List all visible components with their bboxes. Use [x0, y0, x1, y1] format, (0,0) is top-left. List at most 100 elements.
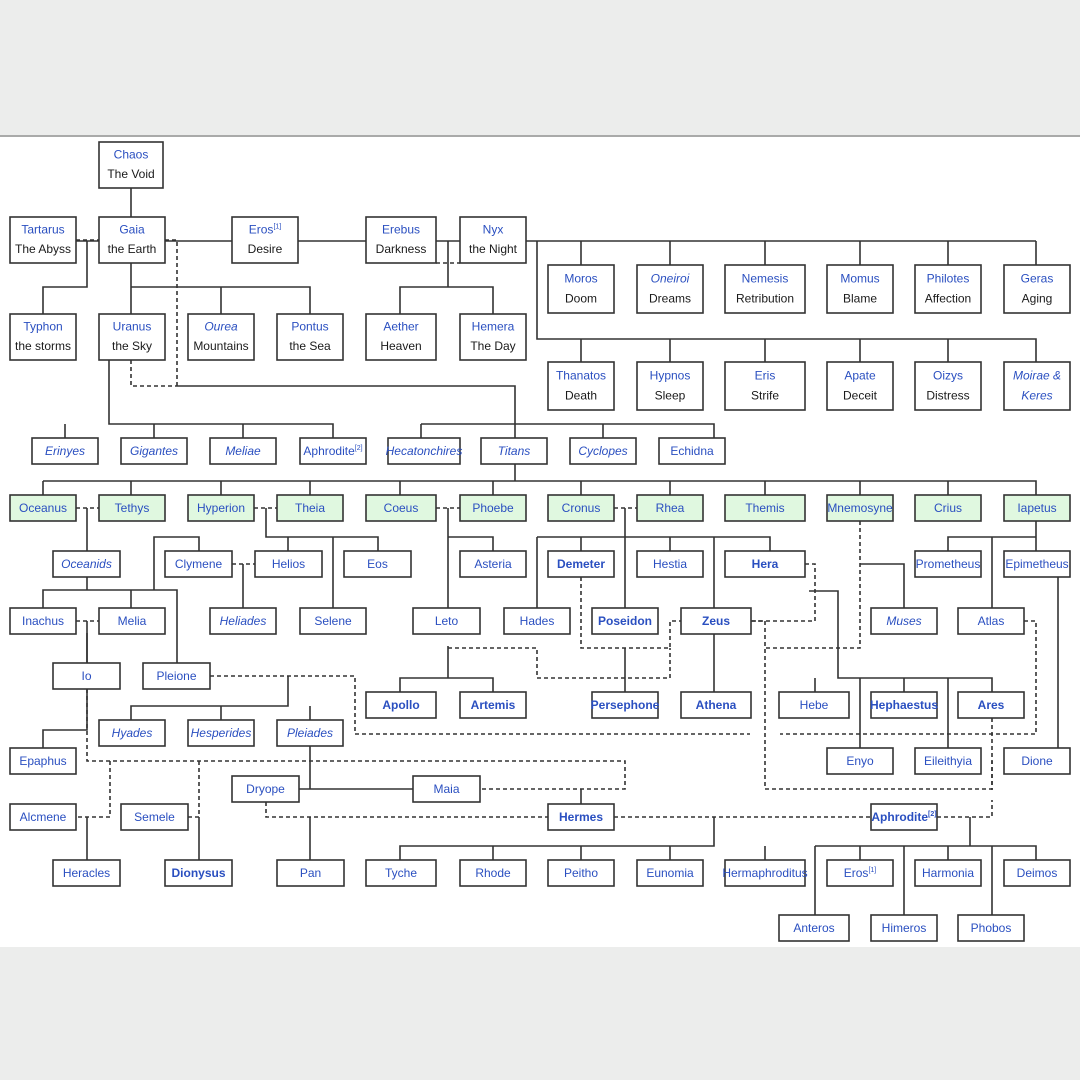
node-pan[interactable]: Pan	[276, 859, 345, 887]
node-melia[interactable]: Melia	[98, 607, 166, 635]
node-hades[interactable]: Hades	[503, 607, 571, 635]
node-name[interactable]: Pan	[300, 866, 321, 880]
node-name[interactable]: Io	[81, 669, 91, 683]
node-name[interactable]: Hermaphroditus	[722, 866, 807, 880]
node-eileithyia[interactable]: Eileithyia	[914, 747, 982, 775]
node-name[interactable]: Meliae	[225, 444, 261, 458]
node-iapetus[interactable]: Iapetus	[1003, 494, 1071, 522]
node-name[interactable]: Crius	[934, 501, 962, 515]
node-name[interactable]: Tartarus	[21, 223, 64, 237]
node-name[interactable]: Demeter	[557, 557, 605, 571]
node-tyche[interactable]: Tyche	[365, 859, 437, 887]
node-name[interactable]: Peitho	[564, 866, 598, 880]
node-name[interactable]: Melia	[118, 614, 147, 628]
node-hephaestus[interactable]: Hephaestus	[870, 691, 938, 719]
node-clymene[interactable]: Clymene	[164, 550, 233, 578]
node-athena[interactable]: Athena	[680, 691, 752, 719]
node-name[interactable]: Moirae &	[1013, 368, 1061, 382]
node-name[interactable]: Oceanus	[19, 501, 67, 515]
node-name[interactable]: Tethys	[115, 501, 150, 515]
node-phobos[interactable]: Phobos	[957, 914, 1025, 942]
node-rhode[interactable]: Rhode	[459, 859, 527, 887]
node-name[interactable]: Hades	[520, 614, 555, 628]
node-hera[interactable]: Hera	[724, 550, 806, 578]
node-name[interactable]: Hera	[752, 557, 779, 571]
node-oceanids[interactable]: Oceanids	[52, 550, 121, 578]
node-alcmene[interactable]: Alcmene	[9, 803, 77, 831]
node-zeus[interactable]: Zeus	[680, 607, 752, 635]
node-name[interactable]: Philotes	[927, 271, 970, 285]
node-cyclopes[interactable]: Cyclopes	[569, 437, 637, 465]
node-name[interactable]: Oneiroi	[651, 271, 690, 285]
node-oneiroi[interactable]: Oneiroi Dreams	[636, 264, 704, 314]
node-name[interactable]: Titans	[498, 444, 531, 458]
node-name[interactable]: Thanatos	[556, 368, 606, 382]
node-asteria[interactable]: Asteria	[459, 550, 527, 578]
node-eris[interactable]: Eris Strife	[724, 361, 806, 411]
node-peitho[interactable]: Peitho	[547, 859, 615, 887]
node-name[interactable]: Momus	[840, 271, 879, 285]
node-name[interactable]: Zeus	[702, 614, 730, 628]
node-name[interactable]: Poseidon	[598, 614, 652, 628]
node-name[interactable]: Helios	[272, 557, 305, 571]
node-name[interactable]: Rhea	[656, 501, 685, 515]
node-crius[interactable]: Crius	[914, 494, 982, 522]
node-eros2[interactable]: Eros[1]	[826, 859, 894, 887]
node-dryope[interactable]: Dryope	[231, 775, 300, 803]
node-name[interactable]: Erinyes	[45, 444, 85, 458]
node-name[interactable]: Uranus	[113, 320, 152, 334]
node-name[interactable]: Selene	[314, 614, 352, 628]
node-prometheus[interactable]: Prometheus	[914, 550, 982, 578]
node-name[interactable]: Nyx	[483, 223, 504, 237]
node-mnemosyne[interactable]: Mnemosyne	[826, 494, 894, 522]
node-name[interactable]: Hephaestus	[870, 698, 938, 712]
node-name[interactable]: Geras	[1021, 271, 1054, 285]
node-ourea[interactable]: Ourea Mountains	[187, 313, 255, 361]
node-name[interactable]: Persephone	[591, 698, 660, 712]
node-name[interactable]: Pleione	[156, 669, 196, 683]
node-name[interactable]: Eos	[367, 557, 388, 571]
node-name[interactable]: Eris	[755, 368, 776, 382]
node-name[interactable]: Erebus	[382, 223, 420, 237]
node-name[interactable]: Hecatonchires	[386, 444, 463, 458]
node-name[interactable]: Epaphus	[19, 754, 66, 768]
node-aphrodite_a[interactable]: Aphrodite[2]	[299, 437, 367, 465]
node-chaos[interactable]: Chaos The Void	[98, 141, 164, 189]
node-name[interactable]: Eunomia	[646, 866, 694, 880]
node-muses[interactable]: Muses	[870, 607, 938, 635]
node-nemesis[interactable]: Nemesis Retribution	[724, 264, 806, 314]
node-name[interactable]: Hesperides	[191, 726, 252, 740]
node-name[interactable]: Aether	[383, 320, 418, 334]
node-inachus[interactable]: Inachus	[9, 607, 77, 635]
node-hermaphroditus[interactable]: Hermaphroditus	[722, 859, 808, 887]
node-typhon[interactable]: Typhon the storms	[9, 313, 77, 361]
node-tethys[interactable]: Tethys	[98, 494, 166, 522]
node-deimos[interactable]: Deimos	[1003, 859, 1071, 887]
node-name[interactable]: Deimos	[1017, 866, 1058, 880]
node-name[interactable]: Muses	[886, 614, 921, 628]
node-philotes[interactable]: Philotes Affection	[914, 264, 982, 314]
node-name[interactable]: Hestia	[653, 557, 687, 571]
node-persephone[interactable]: Persephone	[591, 691, 660, 719]
node-tartarus[interactable]: Tartarus The Abyss	[9, 216, 77, 264]
node-name[interactable]: Iapetus	[1017, 501, 1056, 515]
node-name[interactable]: Hebe	[800, 698, 829, 712]
node-hemera[interactable]: Hemera The Day	[459, 313, 527, 361]
node-leto[interactable]: Leto	[412, 607, 481, 635]
node-name[interactable]: Aphrodite[2]	[303, 444, 362, 458]
node-cronus[interactable]: Cronus	[547, 494, 615, 522]
node-meliae[interactable]: Meliae	[209, 437, 277, 465]
node-eros1[interactable]: Eros[1]Desire	[231, 216, 299, 264]
node-eunomia[interactable]: Eunomia	[636, 859, 704, 887]
node-name[interactable]: Ourea	[204, 320, 238, 334]
node-name[interactable]: Artemis	[471, 698, 516, 712]
node-gigantes[interactable]: Gigantes	[120, 437, 188, 465]
node-name[interactable]: Atlas	[978, 614, 1005, 628]
node-name[interactable]: Inachus	[22, 614, 64, 628]
node-echidna[interactable]: Echidna	[658, 437, 726, 465]
node-hecatonchires[interactable]: Hecatonchires	[386, 437, 463, 465]
node-name[interactable]: Phobos	[971, 921, 1012, 935]
node-hesperides[interactable]: Hesperides	[187, 719, 255, 747]
node-name[interactable]: Gaia	[119, 223, 145, 237]
node-maia[interactable]: Maia	[412, 775, 481, 803]
